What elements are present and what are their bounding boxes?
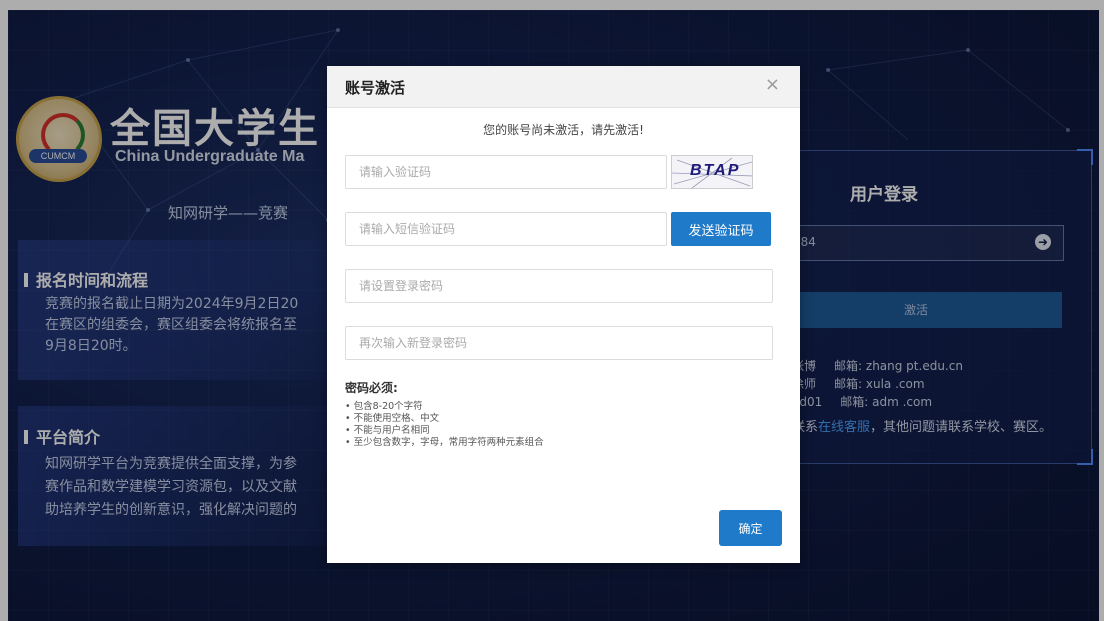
captcha-image[interactable]: BTAP xyxy=(671,155,753,189)
captcha-input[interactable] xyxy=(345,155,667,189)
sms-code-input[interactable] xyxy=(345,212,667,246)
dialog-title: 账号激活 xyxy=(345,79,406,97)
password-rule: • 至少包含数字，字母，常用字符两种元素组合 xyxy=(345,437,544,448)
password-confirm-input[interactable] xyxy=(345,326,773,360)
password-input[interactable] xyxy=(345,269,773,303)
close-icon[interactable]: × xyxy=(765,76,780,94)
activation-notice: 您的账号尚未激活，请先激活! xyxy=(483,123,644,137)
send-code-button[interactable]: 发送验证码 xyxy=(671,212,771,246)
account-activation-dialog: 账号激活 × 您的账号尚未激活，请先激活! BTAP 发送验证码 密码必须: •… xyxy=(327,66,800,563)
password-rules-title: 密码必须: xyxy=(345,381,398,395)
captcha-text: BTAP xyxy=(690,162,741,179)
confirm-button[interactable]: 确定 xyxy=(719,510,782,546)
dialog-header: 账号激活 × xyxy=(327,66,800,108)
